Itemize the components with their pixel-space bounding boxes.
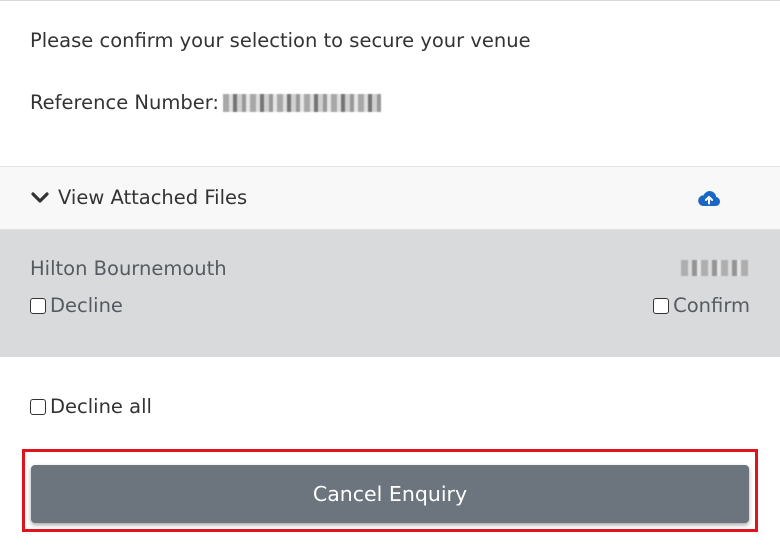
confirm-venue-option[interactable]: Confirm bbox=[653, 294, 750, 317]
confirm-checkbox[interactable] bbox=[653, 297, 670, 314]
reference-number-label: Reference Number: bbox=[30, 91, 219, 114]
chevron-down-icon bbox=[31, 191, 49, 203]
view-attached-files-label: View Attached Files bbox=[58, 186, 248, 209]
decline-checkbox[interactable] bbox=[30, 297, 46, 314]
confirmation-intro: Please confirm your selection to secure … bbox=[30, 1, 750, 166]
attached-files-bar: View Attached Files bbox=[0, 166, 780, 230]
decline-venue-option[interactable]: Decline bbox=[30, 294, 123, 317]
reference-number-line: Reference Number: bbox=[30, 91, 381, 114]
confirm-label: Confirm bbox=[673, 294, 750, 317]
price-redacted-block bbox=[681, 260, 751, 276]
cancel-enquiry-highlight: Cancel Enquiry bbox=[22, 449, 758, 532]
decline-all-label: Decline all bbox=[50, 395, 152, 418]
view-attached-files-toggle[interactable]: View Attached Files bbox=[30, 186, 247, 209]
confirm-instruction: Please confirm your selection to secure … bbox=[30, 29, 531, 52]
decline-all-option[interactable]: Decline all bbox=[30, 395, 152, 418]
reference-number-redacted bbox=[222, 93, 381, 112]
venue-name: Hilton Bournemouth bbox=[30, 257, 227, 280]
decline-label: Decline bbox=[50, 294, 123, 317]
venue-confirmation-panel: Please confirm your selection to secure … bbox=[0, 0, 780, 556]
cancel-enquiry-button[interactable]: Cancel Enquiry bbox=[31, 465, 749, 523]
venue-price-redacted bbox=[677, 260, 751, 280]
decline-all-checkbox[interactable] bbox=[30, 398, 46, 415]
venue-row: Hilton Bournemouth Decline Confirm bbox=[0, 230, 780, 357]
cloud-upload-icon[interactable] bbox=[697, 188, 721, 208]
